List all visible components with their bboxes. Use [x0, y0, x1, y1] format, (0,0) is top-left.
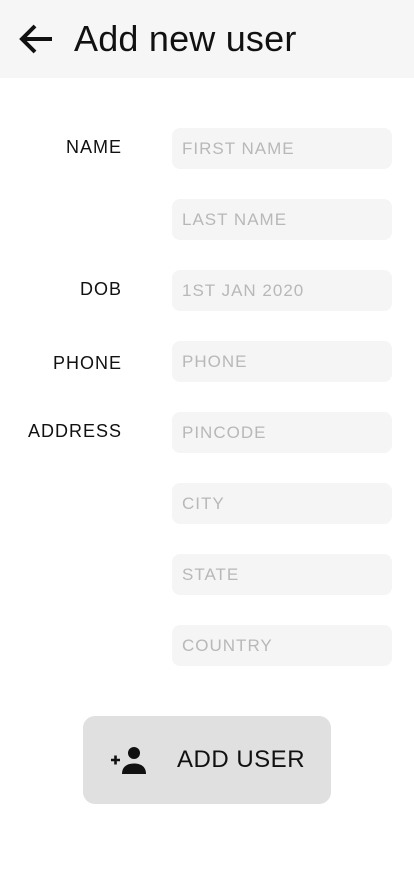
phone-label: PHONE: [52, 353, 122, 373]
pincode-input[interactable]: [172, 412, 392, 453]
add-user-button[interactable]: ADD USER: [83, 716, 331, 804]
add-user-label: ADD USER: [177, 746, 306, 773]
app-bar: Add new user: [0, 0, 414, 78]
phone-input[interactable]: [172, 341, 392, 382]
city-input[interactable]: [172, 483, 392, 524]
page-title: Add new user: [74, 18, 297, 59]
back-button[interactable]: [14, 19, 58, 59]
dob-input[interactable]: [172, 270, 392, 311]
state-input[interactable]: [172, 554, 392, 595]
dob-label: DOB: [79, 279, 122, 299]
address-label: ADDRESS: [27, 421, 122, 441]
country-input[interactable]: [172, 625, 392, 666]
last-name-input[interactable]: [172, 199, 392, 240]
person-add-icon: [111, 747, 146, 774]
first-name-input[interactable]: [172, 128, 392, 169]
name-label: NAME: [65, 137, 122, 157]
arrow-back-icon: [19, 24, 52, 54]
